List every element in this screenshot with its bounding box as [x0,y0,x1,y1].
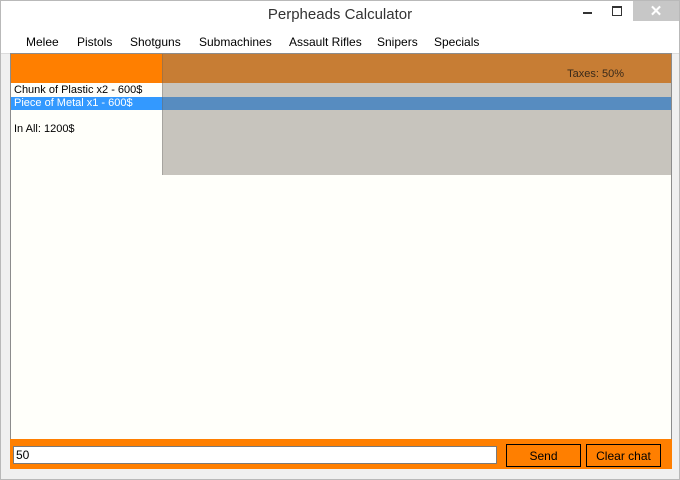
menu-item-pistols[interactable]: Pistols [77,35,112,49]
maximize-button[interactable] [603,1,631,21]
close-button[interactable]: ✕ [633,1,679,21]
maximize-icon [612,6,622,16]
minimize-button[interactable] [572,1,602,21]
menu-bar: Melee Pistols Shotguns Submachines Assau… [1,31,679,54]
minimize-icon [582,12,592,14]
menu-item-assault-rifles[interactable]: Assault Rifles [289,35,362,49]
send-button[interactable]: Send [506,444,581,467]
content-panel: Chunk of Plastic x2 - 600$ Piece of Meta… [10,53,672,441]
menu-item-submachines[interactable]: Submachines [199,35,272,49]
clear-chat-button[interactable]: Clear chat [586,444,661,467]
app-window: Perpheads Calculator ✕ Melee Pistols Sho… [0,0,680,480]
menu-item-snipers[interactable]: Snipers [377,35,418,49]
close-icon: ✕ [649,3,663,20]
taxes-label: Taxes: 50% [567,68,624,80]
bottom-bar: Send Clear chat [10,439,672,469]
title-bar[interactable]: Perpheads Calculator ✕ [1,1,679,31]
menu-item-specials[interactable]: Specials [434,35,479,49]
menu-item-shotguns[interactable]: Shotguns [130,35,181,49]
translucent-overlay: Taxes: 50% [162,54,671,175]
chat-input[interactable] [13,446,497,464]
menu-item-melee[interactable]: Melee [26,35,59,49]
